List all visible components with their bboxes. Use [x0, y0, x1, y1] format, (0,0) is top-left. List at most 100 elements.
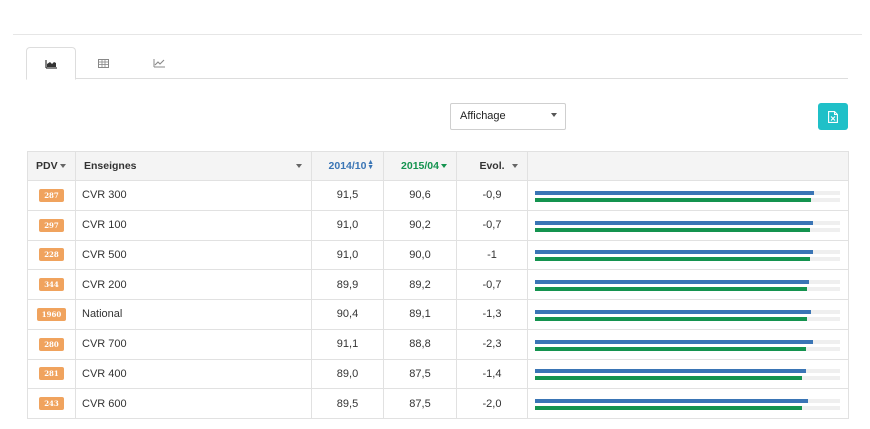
pdv-badge: 243 — [39, 397, 64, 411]
column-header-enseignes[interactable]: Enseignes — [75, 151, 312, 181]
chevron-down-icon — [551, 113, 557, 117]
bar-period-a — [535, 399, 808, 404]
period-a-cell: 91,5 — [311, 180, 384, 211]
table-icon — [97, 58, 109, 68]
pdv-badge: 281 — [39, 367, 64, 381]
bar-track-a — [535, 190, 840, 195]
bars-cell — [527, 358, 849, 390]
comparison-bars — [535, 306, 840, 323]
pdv-cell: 281 — [27, 358, 76, 390]
display-select[interactable]: Affichage — [450, 103, 566, 130]
bar-period-a — [535, 190, 815, 195]
pdv-cell: 280 — [27, 328, 76, 360]
bars-cell — [527, 328, 849, 360]
bar-period-b — [535, 316, 807, 321]
sort-down-icon — [60, 164, 66, 168]
column-header-evol[interactable]: Evol. — [456, 151, 528, 181]
bar-track-a — [535, 399, 840, 404]
enseigne-cell: CVR 100 — [75, 209, 312, 241]
column-header-evol-label: Evol. — [479, 160, 505, 172]
bar-track-b — [535, 406, 840, 411]
period-b-cell: 87,5 — [383, 388, 457, 419]
bar-track-b — [535, 316, 840, 321]
bar-track-a — [535, 220, 840, 225]
period-b-cell: 89,1 — [383, 299, 457, 330]
pdv-badge: 280 — [39, 337, 64, 351]
period-a-cell: 91,1 — [311, 328, 384, 360]
tab-area-chart[interactable] — [26, 47, 76, 80]
pdv-badge: 344 — [39, 278, 64, 292]
bar-track-b — [535, 346, 840, 351]
bar-track-b — [535, 287, 840, 292]
bar-period-b — [535, 376, 802, 381]
column-header-enseignes-label: Enseignes — [84, 160, 137, 172]
bar-track-b — [535, 376, 840, 381]
evol-cell: -1,4 — [456, 358, 528, 390]
display-select-value: Affichage — [460, 110, 506, 122]
period-a-cell: 91,0 — [311, 239, 384, 271]
table-row[interactable]: 243 CVR 600 89,5 87,5 -2,0 — [27, 388, 849, 419]
period-b-cell: 88,8 — [383, 328, 457, 360]
bar-track-a — [535, 280, 840, 285]
enseigne-cell: CVR 400 — [75, 358, 312, 390]
bar-period-b — [535, 287, 808, 292]
period-a-cell: 89,5 — [311, 388, 384, 419]
export-excel-button[interactable] — [818, 103, 848, 130]
evol-cell: -1 — [456, 239, 528, 271]
bar-period-b — [535, 346, 806, 351]
period-a-cell: 89,9 — [311, 269, 384, 300]
bar-period-a — [535, 339, 813, 344]
table-row[interactable]: 280 CVR 700 91,1 88,8 -2,3 — [27, 328, 849, 360]
sort-down-icon — [512, 164, 518, 168]
sort-updown-icon: ▲ ▼ — [367, 159, 374, 171]
column-header-bars — [527, 151, 849, 181]
period-b-cell: 90,2 — [383, 209, 457, 241]
pdv-cell: 243 — [27, 388, 76, 419]
bar-period-a — [535, 369, 807, 374]
table-row[interactable]: 297 CVR 100 91,0 90,2 -0,7 — [27, 209, 849, 241]
bar-period-b — [535, 197, 812, 202]
bar-track-a — [535, 369, 840, 374]
period-b-cell: 89,2 — [383, 269, 457, 300]
period-b-cell: 90,6 — [383, 180, 457, 211]
pdv-badge: 1960 — [36, 307, 67, 321]
period-b-cell: 87,5 — [383, 358, 457, 390]
bar-period-b — [535, 257, 810, 262]
column-header-pdv[interactable]: PDV — [27, 151, 76, 181]
bars-cell — [527, 299, 849, 330]
enseigne-cell: CVR 500 — [75, 239, 312, 271]
table-row[interactable]: 281 CVR 400 89,0 87,5 -1,4 — [27, 358, 849, 390]
bar-track-b — [535, 257, 840, 262]
table-row[interactable]: 287 CVR 300 91,5 90,6 -0,9 — [27, 180, 849, 211]
column-header-period-b[interactable]: 2015/04 — [383, 151, 457, 181]
evol-cell: -1,3 — [456, 299, 528, 330]
excel-file-icon — [828, 110, 838, 123]
table-row[interactable]: 228 CVR 500 91,0 90,0 -1 — [27, 239, 849, 271]
bar-period-b — [535, 227, 811, 232]
table-header-row: PDV Enseignes 2014/10 ▲ ▼ 2015/04 Evol. — [27, 151, 849, 181]
period-a-cell: 90,4 — [311, 299, 384, 330]
bar-period-a — [535, 250, 813, 255]
comparison-bars — [535, 365, 840, 382]
period-a-cell: 89,0 — [311, 358, 384, 390]
enseigne-cell: CVR 700 — [75, 328, 312, 360]
tab-table[interactable] — [78, 47, 128, 79]
column-header-period-a[interactable]: 2014/10 ▲ ▼ — [311, 151, 384, 181]
bar-period-a — [535, 309, 811, 314]
bar-track-b — [535, 227, 840, 232]
bar-track-a — [535, 339, 840, 344]
pdv-badge: 228 — [39, 248, 64, 262]
view-tabs — [26, 47, 848, 80]
bar-period-a — [535, 280, 810, 285]
comparison-bars — [535, 246, 840, 263]
period-a-cell: 91,0 — [311, 209, 384, 241]
table-row[interactable]: 1960 National 90,4 89,1 -1,3 — [27, 299, 849, 330]
tab-line-chart[interactable] — [134, 47, 184, 79]
enseigne-cell: CVR 200 — [75, 269, 312, 300]
bars-cell — [527, 269, 849, 300]
pdv-cell: 344 — [27, 269, 76, 300]
enseigne-cell: National — [75, 299, 312, 330]
table-row[interactable]: 344 CVR 200 89,9 89,2 -0,7 — [27, 269, 849, 300]
evol-cell: -0,7 — [456, 209, 528, 241]
enseigne-cell: CVR 600 — [75, 388, 312, 419]
